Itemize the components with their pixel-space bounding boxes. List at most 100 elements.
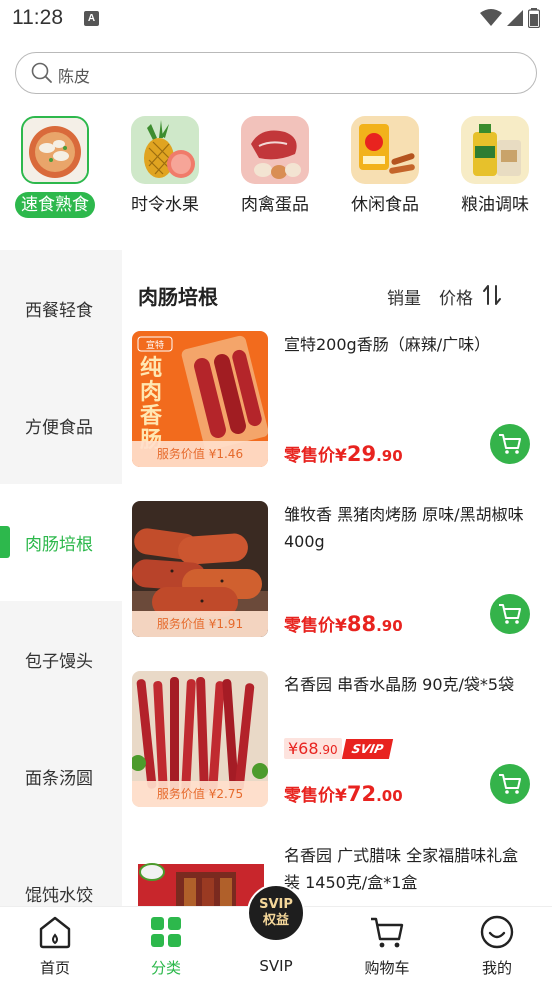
nav-label: 分类	[150, 959, 181, 977]
category-label: 粮油调味	[461, 195, 529, 215]
product-image[interactable]	[132, 842, 268, 906]
price-integer: 88	[346, 612, 377, 636]
sidebar-item-label: 肉肠培根	[25, 535, 93, 555]
nav-svip-label[interactable]: SVIP	[246, 957, 306, 975]
smile-icon	[480, 915, 514, 949]
oil-rice-icon	[461, 116, 529, 184]
price-decimal: .90	[376, 447, 403, 465]
nav-mine[interactable]: 我的	[452, 915, 542, 978]
sort-by-price[interactable]: 价格	[439, 284, 473, 309]
status-time: 11:28	[12, 6, 63, 29]
sidebar-item-noodles[interactable]: 面条汤圆	[0, 718, 122, 835]
sidebar-item-label: 西餐轻食	[25, 301, 93, 321]
sidebar-item-label: 包子馒头	[25, 652, 93, 672]
product-image[interactable]: 服务价值 ¥2.75	[132, 671, 268, 807]
list-title: 肉肠培根	[138, 285, 218, 309]
add-to-cart-button[interactable]	[490, 594, 530, 634]
service-value-badge: 服务价值 ¥1.46	[132, 441, 268, 467]
retail-price: 零售价¥29.90	[284, 441, 403, 466]
add-to-cart-button[interactable]	[490, 764, 530, 804]
price-decimal: .00	[376, 787, 403, 805]
cart-icon	[499, 604, 521, 624]
price-prefix: 零售价¥	[284, 446, 347, 466]
search-bar[interactable]: 陈皮	[15, 52, 537, 94]
nav-label: 我的	[481, 959, 512, 977]
category-label: 休闲食品	[351, 195, 419, 215]
signal-icon	[507, 10, 523, 26]
notification-icon: A	[84, 11, 99, 26]
svip-price-decimal: .90	[318, 743, 338, 757]
product-name[interactable]: 宣特200g香肠（麻辣/广味）	[284, 331, 532, 358]
sidebar-item-label: 馄饨水饺	[25, 886, 93, 906]
price-prefix: 零售价¥	[284, 616, 347, 636]
svip-price: ¥68.90 SVIP	[284, 738, 393, 759]
sidebar-item-label: 方便食品	[25, 418, 93, 438]
sort-by-sales[interactable]: 销量	[387, 284, 421, 309]
category-item-instant-food[interactable]: 速食熟食	[10, 112, 100, 218]
product-name[interactable]: 名香园 广式腊味 全家福腊味礼盒装 1450克/盒*1盒	[284, 842, 532, 896]
category-item-fruits[interactable]: 时令水果	[120, 112, 210, 218]
product-card[interactable]: 名香园 广式腊味 全家福腊味礼盒装 1450克/盒*1盒	[130, 842, 540, 906]
service-value-badge: 服务价值 ¥2.75	[132, 781, 268, 807]
category-label: 速食熟食	[15, 192, 95, 218]
svip-badge-bottom: 权益	[262, 913, 289, 928]
shopping-cart-icon	[371, 917, 404, 948]
sidebar-item-western-light[interactable]: 西餐轻食	[0, 250, 122, 367]
sidebar-item-buns[interactable]: 包子馒头	[0, 601, 122, 718]
svg-text:香: 香	[140, 404, 162, 429]
svip-badge-top: SVIP	[259, 897, 293, 912]
svip-price-integer: ¥68	[288, 739, 319, 758]
add-to-cart-button[interactable]	[490, 424, 530, 464]
service-value-badge: 服务价值 ¥1.91	[132, 611, 268, 637]
svip-tag: SVIP	[341, 738, 393, 759]
system-icons	[480, 8, 540, 28]
product-card[interactable]: 服务价值 ¥1.91 雏牧香 黑猪肉烤肠 原味/黑胡椒味 400g 零售价¥88…	[130, 501, 540, 641]
sidebar: 西餐轻食 方便食品 肉肠培根 包子馒头 面条汤圆 馄饨水饺	[0, 250, 122, 906]
retail-price: 零售价¥72.00	[284, 781, 403, 806]
svip-benefits-button[interactable]: SVIP 权益	[247, 884, 305, 942]
product-card[interactable]: 服务价值 ¥2.75 名香园 串香水晶肠 90克/袋*5袋 ¥68.90 SVI…	[130, 671, 540, 811]
category-item-snacks[interactable]: 休闲食品	[340, 112, 430, 218]
product-brand-text: 宣特	[146, 339, 164, 351]
nav-cart[interactable]: 购物车	[342, 915, 432, 978]
home-icon	[39, 916, 71, 949]
sort-order-icon[interactable]	[482, 284, 502, 306]
price-integer: 29	[346, 442, 377, 466]
svg-text:纯: 纯	[140, 355, 162, 381]
cart-icon	[499, 774, 521, 794]
cart-icon	[499, 434, 521, 454]
sidebar-item-convenience[interactable]: 方便食品	[0, 367, 122, 484]
retail-price: 零售价¥88.90	[284, 611, 403, 636]
category-item-meat-eggs[interactable]: 肉禽蛋品	[230, 112, 320, 218]
sidebar-item-label: 面条汤圆	[25, 769, 93, 789]
nav-home[interactable]: 首页	[10, 915, 100, 978]
meat-eggs-icon	[241, 116, 309, 184]
chips-icon	[351, 116, 419, 184]
product-card[interactable]: 宣特 纯 肉 香 肠 服务价值 ¥1.46 宣特200g香肠（麻辣/广味） 零售…	[130, 331, 540, 471]
product-name[interactable]: 名香园 串香水晶肠 90克/袋*5袋	[284, 671, 532, 698]
category-label: 时令水果	[131, 195, 199, 215]
status-bar: 11:28 A	[0, 0, 552, 40]
category-row: 速食熟食 时令水果 肉禽蛋品 休闲食品 粮油调味	[0, 112, 552, 232]
product-image[interactable]: 宣特 纯 肉 香 肠 服务价值 ¥1.46	[132, 331, 268, 467]
search-input[interactable]: 陈皮	[58, 63, 90, 87]
product-name[interactable]: 雏牧香 黑猪肉烤肠 原味/黑胡椒味 400g	[284, 501, 532, 555]
nav-label: 首页	[39, 959, 70, 977]
svg-text:肉: 肉	[140, 380, 162, 405]
svip-price-value: ¥68.90	[284, 738, 342, 759]
sidebar-item-sausage-bacon[interactable]: 肉肠培根	[0, 484, 122, 601]
battery-icon	[528, 8, 540, 28]
search-icon	[31, 62, 52, 83]
category-item-grain-oil[interactable]: 粮油调味	[450, 112, 540, 218]
product-image[interactable]: 服务价值 ¥1.91	[132, 501, 268, 637]
price-prefix: 零售价¥	[284, 786, 347, 806]
price-integer: 72	[346, 782, 377, 806]
nav-category[interactable]: 分类	[121, 915, 211, 978]
wifi-icon	[480, 9, 502, 26]
grid-icon	[151, 917, 181, 947]
nav-label: 购物车	[364, 959, 410, 977]
pineapple-icon	[131, 116, 199, 184]
price-decimal: .90	[376, 617, 403, 635]
category-label: 肉禽蛋品	[241, 195, 309, 215]
dumpling-bowl-icon	[21, 116, 89, 184]
